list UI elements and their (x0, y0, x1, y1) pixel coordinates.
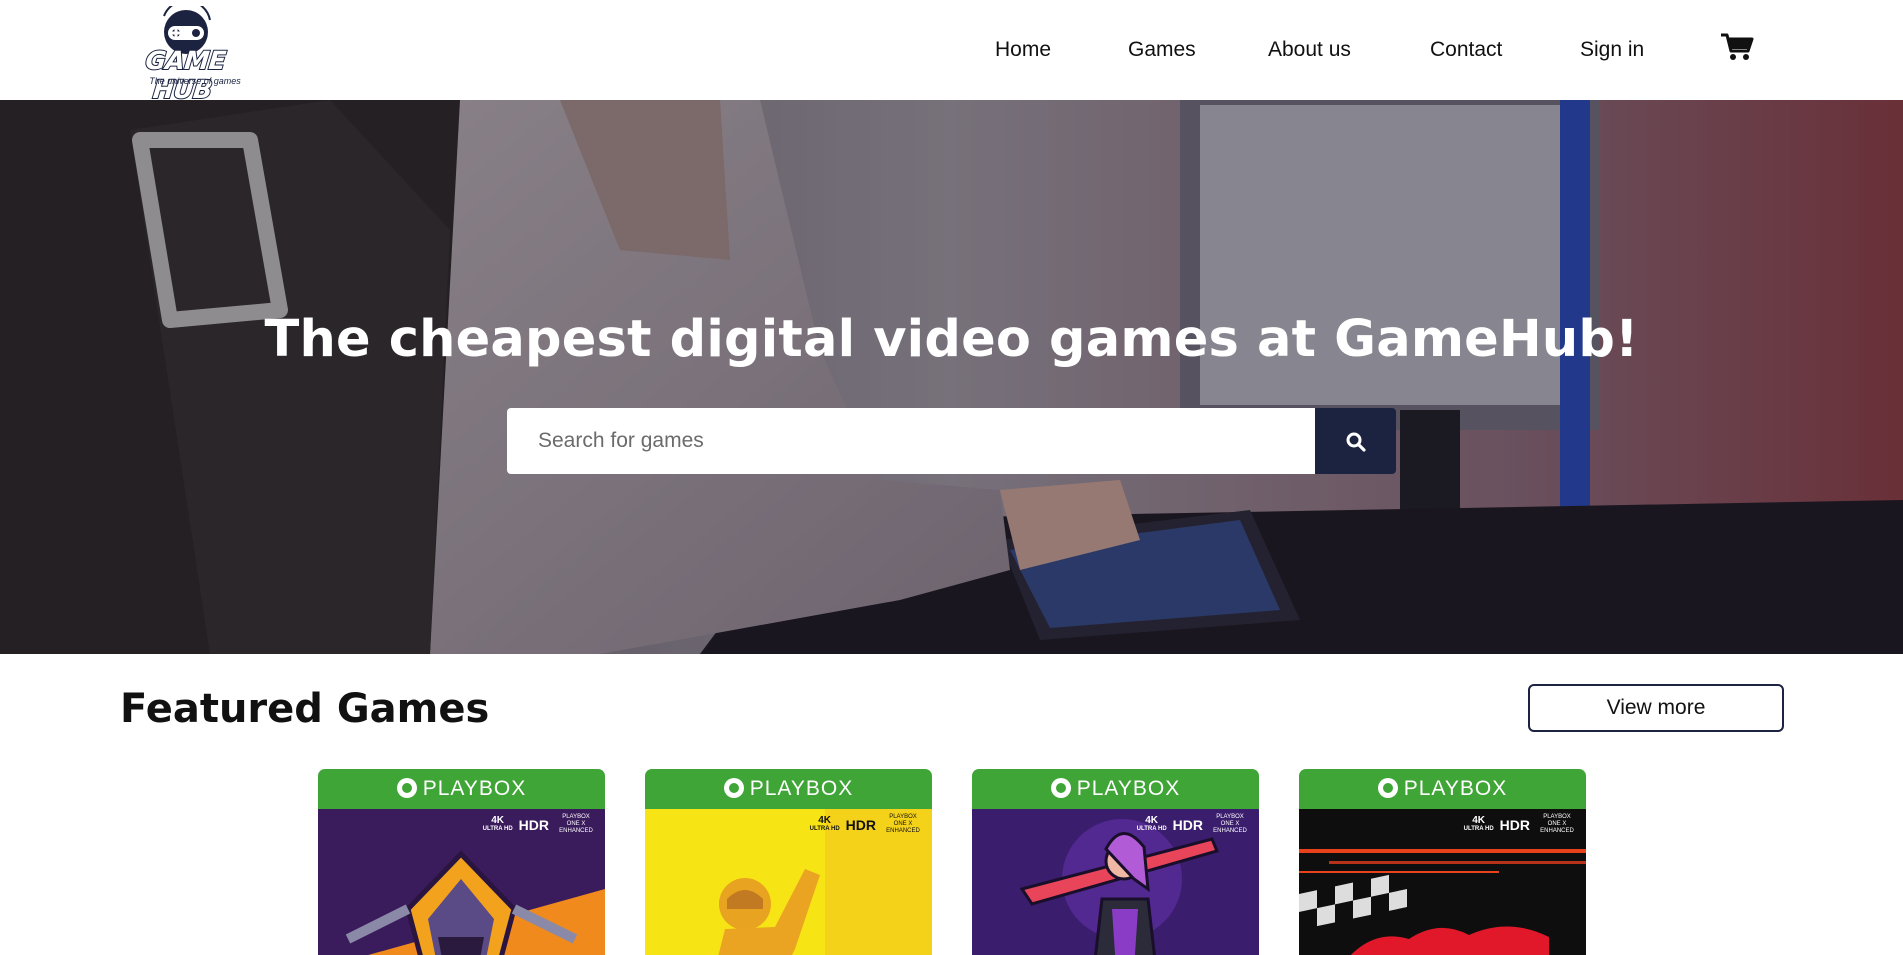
site-header: GAME HUB The universe of games Home Game… (0, 0, 1903, 105)
card-badges: 4K ULTRA HD HDR PLAYBOX ONE X ENHANCED (1137, 814, 1251, 835)
card-badges: 4K ULTRA HD HDR PLAYBOX ONE X ENHANCED (1464, 814, 1578, 835)
shopping-cart-icon[interactable] (1720, 32, 1754, 62)
card-brand-label: PLAYBOX (749, 777, 854, 800)
card-brand: PLAYBOX (318, 777, 605, 801)
hero-title: The cheapest digital video games at Game… (264, 310, 1639, 369)
playbox-logo-icon (1377, 778, 1398, 798)
card-brand: PLAYBOX (1299, 777, 1586, 801)
badge-hdr: HDR (1499, 816, 1530, 833)
featured-games-heading: Featured Games (120, 686, 490, 732)
badge-4k: 4K ULTRA HD (1136, 814, 1167, 832)
nav-home[interactable]: Home (995, 38, 1051, 62)
main-nav: Home Games About us Contact Sign in (0, 30, 1903, 70)
badge-hdr: HDR (518, 816, 549, 833)
card-brand-label: PLAYBOX (1076, 777, 1181, 800)
hero-banner: The cheapest digital video games at Game… (0, 100, 1903, 654)
playbox-logo-icon (723, 778, 744, 798)
hero-overlay (0, 100, 1903, 654)
playbox-logo-icon (1050, 778, 1071, 798)
card-badges: 4K ULTRA HD HDR PLAYBOX ONE X ENHANCED (483, 814, 597, 835)
search-icon (1346, 432, 1366, 452)
card-brand: PLAYBOX (645, 777, 932, 801)
badge-enhanced: PLAYBOX ONE X ENHANCED (559, 814, 593, 834)
search-button[interactable] (1315, 408, 1396, 474)
badge-hdr: HDR (1172, 816, 1203, 833)
card-brand-label: PLAYBOX (1403, 777, 1508, 800)
badge-4k: 4K ULTRA HD (1463, 814, 1494, 832)
badge-4k: 4K ULTRA HD (809, 814, 840, 832)
badge-4k: 4K ULTRA HD (482, 814, 513, 832)
nav-sign-in[interactable]: Sign in (1580, 38, 1644, 62)
badge-enhanced: PLAYBOX ONE X ENHANCED (886, 814, 920, 834)
nav-contact[interactable]: Contact (1430, 38, 1502, 62)
game-card[interactable]: PLAYBOX 4K ULTRA HD HDR PLAYBOX ONE X ENH… (318, 769, 605, 955)
badge-enhanced: PLAYBOX ONE X ENHANCED (1540, 814, 1574, 834)
card-brand-label: PLAYBOX (422, 777, 527, 800)
game-card[interactable]: PLAYBOX 4K ULTRA HD HDR PLAYBOX ONE X ENH… (972, 769, 1259, 955)
card-brand: PLAYBOX (972, 777, 1259, 801)
badge-enhanced: PLAYBOX ONE X ENHANCED (1213, 814, 1247, 834)
search-bar (507, 408, 1396, 474)
nav-games[interactable]: Games (1128, 38, 1196, 62)
logo-tagline: The universe of games (149, 76, 241, 86)
card-badges: 4K ULTRA HD HDR PLAYBOX ONE X ENHANCED (810, 814, 924, 835)
game-card[interactable]: PLAYBOX 4K ULTRA HD HDR PLAYBOX ONE X ENH… (1299, 769, 1586, 955)
badge-hdr: HDR (845, 816, 876, 833)
game-card[interactable]: PLAYBOX 4K ULTRA HD HDR PLAYBOX ONE X ENH… (645, 769, 932, 955)
view-more-button[interactable]: View more (1528, 684, 1784, 732)
playbox-logo-icon (396, 778, 417, 798)
search-input[interactable] (507, 408, 1315, 474)
nav-about-us[interactable]: About us (1268, 38, 1351, 62)
